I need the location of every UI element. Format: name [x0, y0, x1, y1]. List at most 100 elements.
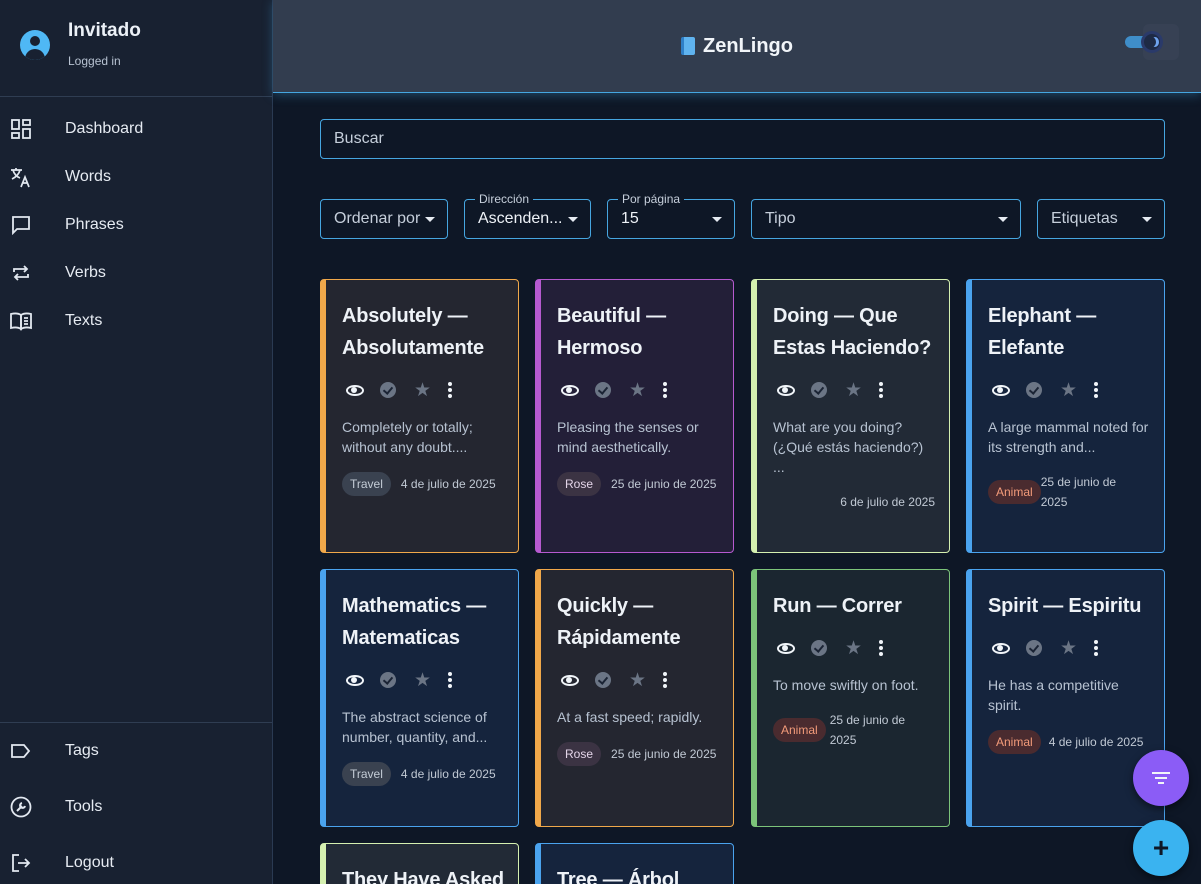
per-page-select[interactable]: Por página 15: [607, 192, 735, 239]
chevron-down-icon: [425, 217, 435, 222]
card-description: Completely or totally; without any doubt…: [342, 419, 473, 455]
view-button[interactable]: [346, 674, 380, 686]
tag-chip[interactable]: Travel: [342, 762, 391, 786]
more-menu-button[interactable]: [448, 671, 482, 689]
direction-select[interactable]: Dirección Ascenden...: [464, 192, 591, 239]
mark-learned-button[interactable]: [595, 672, 629, 688]
type-select[interactable]: Tipo: [751, 199, 1021, 239]
favorite-button[interactable]: ★: [414, 671, 448, 690]
more-menu-button[interactable]: [448, 381, 482, 399]
eye-icon: [777, 384, 795, 396]
eye-icon: [346, 674, 364, 686]
card-actions: ★: [777, 636, 935, 660]
sidebar: Invitado Logged in Dashboard Words Phras…: [0, 0, 273, 884]
more-vert-icon: [663, 381, 667, 399]
sidebar-item-phrases[interactable]: Phrases: [0, 201, 272, 249]
tags-select[interactable]: Etiquetas: [1037, 199, 1165, 239]
mark-learned-button[interactable]: [380, 382, 414, 398]
eye-icon: [561, 384, 579, 396]
tag-chip[interactable]: Rose: [557, 472, 602, 496]
card-description: He has a competitive spirit.: [988, 677, 1119, 713]
moon-icon: [1141, 31, 1163, 53]
more-menu-button[interactable]: [879, 639, 913, 657]
mark-learned-button[interactable]: [380, 672, 414, 688]
eye-icon: [992, 642, 1010, 654]
word-card[interactable]: Doing — Que Estas Haciendo? ★ What are y…: [751, 279, 950, 553]
tag-chip[interactable]: Animal: [773, 718, 826, 742]
theme-toggle[interactable]: [1125, 31, 1163, 53]
word-card[interactable]: Run — Correr ★ To move swiftly on foot. …: [751, 569, 950, 827]
mark-learned-button[interactable]: [1026, 640, 1060, 656]
card-actions: ★: [992, 378, 1150, 402]
user-status: Logged in: [68, 54, 121, 68]
word-card[interactable]: They Have Asked: [320, 843, 519, 884]
more-menu-button[interactable]: [1094, 639, 1128, 657]
view-button[interactable]: [777, 642, 811, 654]
sidebar-item-tools[interactable]: Tools: [0, 779, 272, 835]
sidebar-item-words[interactable]: Words: [0, 153, 272, 201]
tag-chip[interactable]: Animal: [988, 730, 1041, 754]
more-menu-button[interactable]: [663, 671, 697, 689]
word-card[interactable]: Absolutely — Absolutamente ★ Completely …: [320, 279, 519, 553]
favorite-button[interactable]: ★: [629, 671, 663, 690]
eye-icon: [777, 642, 795, 654]
mark-learned-button[interactable]: [595, 382, 629, 398]
card-title: Mathematics — Matematicas: [342, 595, 487, 649]
favorite-button[interactable]: ★: [1060, 639, 1094, 658]
sidebar-item-label: Tools: [65, 798, 103, 815]
check-circle-icon: [811, 382, 827, 398]
app-title: ZenLingo: [703, 34, 793, 57]
add-word-fab-button[interactable]: +: [1133, 820, 1189, 876]
card-meta: Rose 25 de junio de 2025: [557, 742, 719, 766]
search-input[interactable]: Buscar: [320, 119, 1165, 159]
word-card[interactable]: Beautiful — Hermoso ★ Pleasing the sense…: [535, 279, 734, 553]
mark-learned-button[interactable]: [811, 640, 845, 656]
word-card[interactable]: Quickly — Rápidamente ★ At a fast speed;…: [535, 569, 734, 827]
word-card[interactable]: Tree — Árbol: [535, 843, 734, 884]
sidebar-item-verbs[interactable]: Verbs: [0, 249, 272, 297]
star-icon: ★: [845, 379, 863, 401]
card-description: To move swiftly on foot.: [773, 677, 919, 693]
card-meta: Animal 25 de junio de 2025: [988, 472, 1150, 512]
view-button[interactable]: [992, 384, 1026, 396]
view-button[interactable]: [777, 384, 811, 396]
card-actions: ★: [346, 668, 504, 692]
more-menu-button[interactable]: [879, 381, 913, 399]
sort-select[interactable]: Ordenar por: [320, 199, 448, 239]
view-button[interactable]: [992, 642, 1026, 654]
mark-learned-button[interactable]: [811, 382, 845, 398]
card-date: 25 de junio de 2025: [611, 477, 717, 491]
star-icon: ★: [1060, 379, 1078, 401]
sidebar-item-logout[interactable]: Logout: [0, 835, 272, 884]
word-card[interactable]: Mathematics — Matematicas ★ The abstract…: [320, 569, 519, 827]
filter-fab-button[interactable]: [1133, 750, 1189, 806]
favorite-button[interactable]: ★: [414, 381, 448, 400]
mark-learned-button[interactable]: [1026, 382, 1060, 398]
chevron-down-icon: [568, 217, 578, 222]
translate-icon: [10, 166, 32, 188]
logout-icon: [10, 852, 32, 874]
sidebar-item-texts[interactable]: Texts: [0, 297, 272, 345]
view-button[interactable]: [561, 384, 595, 396]
card-meta: 6 de julio de 2025: [773, 492, 935, 512]
favorite-button[interactable]: ★: [629, 381, 663, 400]
more-menu-button[interactable]: [1094, 381, 1128, 399]
word-card[interactable]: Elephant — Elefante ★ A large mammal not…: [966, 279, 1165, 553]
view-button[interactable]: [346, 384, 380, 396]
card-date: 25 de junio de 2025: [1040, 475, 1117, 509]
tags-placeholder: Etiquetas: [1051, 210, 1118, 227]
view-button[interactable]: [561, 674, 595, 686]
favorite-button[interactable]: ★: [1060, 381, 1094, 400]
more-vert-icon: [448, 671, 452, 689]
card-date: 4 de julio de 2025: [1048, 735, 1144, 749]
sidebar-item-dashboard[interactable]: Dashboard: [0, 105, 272, 153]
more-menu-button[interactable]: [663, 381, 697, 399]
tag-chip[interactable]: Rose: [557, 742, 602, 766]
sidebar-item-tags[interactable]: Tags: [0, 723, 272, 779]
favorite-button[interactable]: ★: [845, 381, 879, 400]
sidebar-item-label: Words: [65, 168, 111, 185]
tag-chip[interactable]: Travel: [342, 472, 391, 496]
favorite-button[interactable]: ★: [845, 639, 879, 658]
tag-chip[interactable]: Animal: [988, 480, 1041, 504]
sidebar-bottom-nav: Tags Tools Logout: [0, 722, 272, 884]
